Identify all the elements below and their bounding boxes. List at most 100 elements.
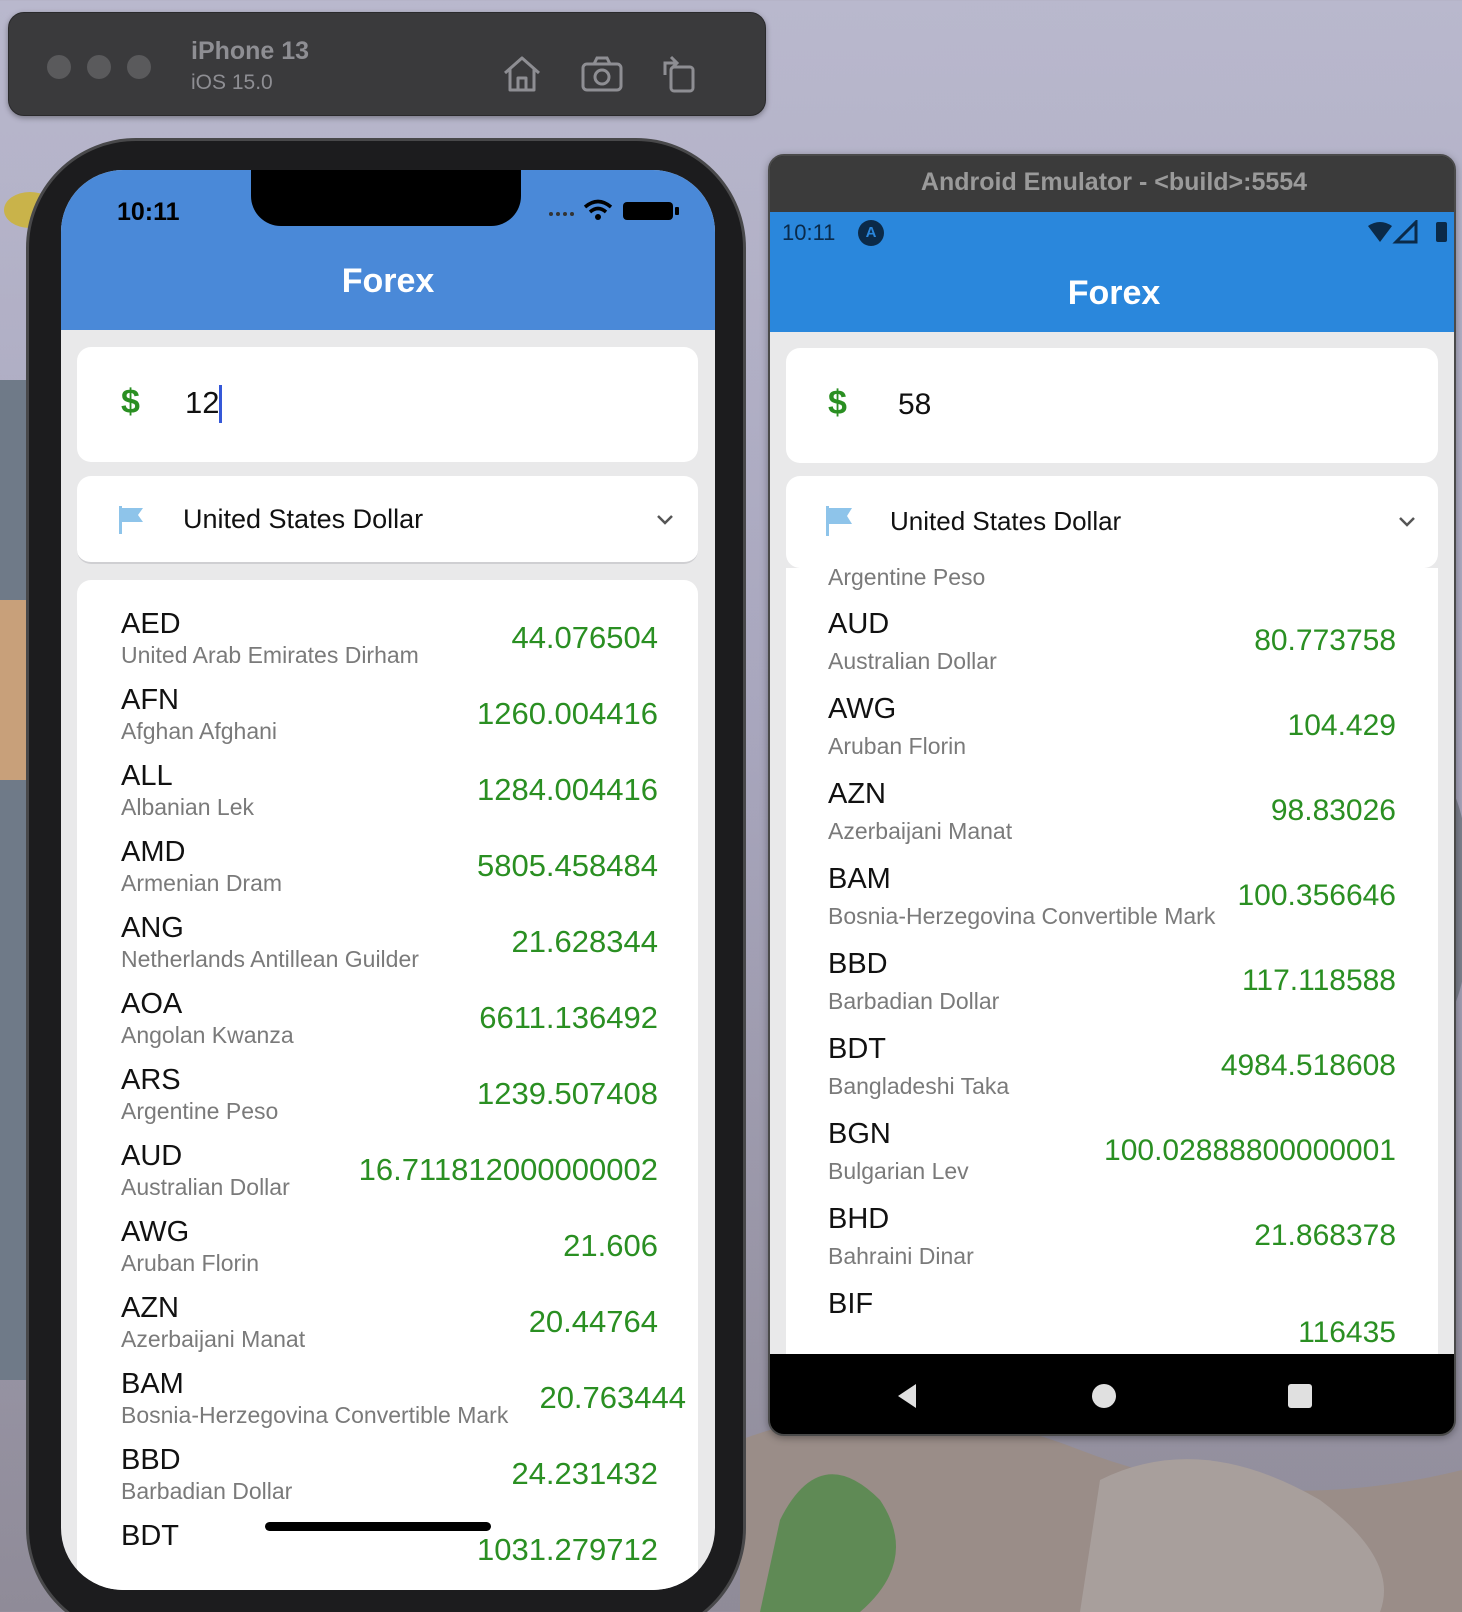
list-item[interactable]: BBD Barbadian Dollar 24.231432 [77,1444,698,1522]
rate-value: 100.02888800000001 [1104,1134,1396,1167]
android-amount-card: $ [786,348,1438,463]
cellular-signal-icon [549,212,574,216]
list-item[interactable]: AED United Arab Emirates Dirham 44.07650… [77,608,698,686]
currency-code: AED [121,608,181,640]
currency-name: Barbadian Dollar [121,1478,293,1504]
currency-code: ANG [121,912,184,944]
rate-value: 24.231432 [511,1456,658,1491]
iphone-screen: 10:11 Forex $ United [61,170,715,1590]
currency-code: BBD [828,948,888,980]
android-currency-select-label: United States Dollar [890,506,1122,536]
currency-code: AWG [121,1216,190,1248]
rate-value: 20.763444 [539,1380,686,1415]
home-icon[interactable] [1086,1378,1122,1414]
currency-code: AOA [121,988,183,1020]
ios-status-time: 10:11 [117,198,180,226]
android-status-time: 10:11 [782,220,836,245]
list-item[interactable]: AWG Aruban Florin 104.429 [786,693,1438,778]
rate-value: 20.44764 [528,1304,658,1339]
rate-value: 44.076504 [511,620,658,655]
list-item[interactable]: AMD Armenian Dram 5805.458484 [77,836,698,914]
currency-code: BDT [121,1520,179,1552]
list-item[interactable]: AOA Angolan Kwanza 6611.136492 [77,988,698,1066]
list-item[interactable]: AZN Azerbaijani Manat 98.83026 [786,778,1438,863]
currency-name: Argentine Peso [121,1098,279,1124]
window-minimize-button[interactable] [87,55,111,79]
android-emulator-window: Android Emulator - <build>:5554 10:11 A … [768,154,1456,1436]
rotate-icon[interactable] [657,53,703,95]
currency-name: Bulgarian Lev [828,1158,969,1184]
cellular-signal-icon [1392,220,1418,244]
list-item[interactable]: BGN Bulgarian Lev 100.02888800000001 [786,1118,1438,1203]
list-item[interactable]: ANG Netherlands Antillean Guilder 21.628… [77,912,698,990]
back-icon[interactable] [890,1378,926,1414]
list-item[interactable]: AZN Azerbaijani Manat 20.44764 [77,1292,698,1370]
android-app-header: 10:11 A Forex [770,212,1454,332]
currency-code: AMD [121,836,186,868]
currency-code: AUD [121,1140,183,1172]
currency-name: Bosnia-Herzegovina Convertible Mark [121,1402,509,1428]
rate-value: 98.83026 [1270,794,1396,827]
rate-value: 16.711812000000002 [358,1152,658,1187]
list-item[interactable]: AFN Afghan Afghani 1260.004416 [77,684,698,762]
list-item[interactable]: ALL Albanian Lek 1284.004416 [77,760,698,838]
rate-value: 1284.004416 [476,772,658,807]
currency-code: AZN [828,778,886,810]
list-item[interactable]: BAM Bosnia-Herzegovina Convertible Mark … [786,863,1438,948]
list-item[interactable]: BHD Bahraini Dinar 21.868378 [786,1203,1438,1288]
currency-code: AFN [121,684,179,716]
currency-name: Azerbaijani Manat [828,818,1013,844]
currency-name: Australian Dollar [121,1174,290,1200]
ios-rates-list[interactable]: AED United Arab Emirates Dirham 44.07650… [77,580,698,1590]
list-item[interactable]: BBD Barbadian Dollar 117.118588 [786,948,1438,1033]
window-close-button[interactable] [47,55,71,79]
currency-code: AWG [828,693,897,725]
rate-value: 4984.518608 [1220,1049,1396,1082]
list-item[interactable]: ARS Argentine Peso 1239.507408 [77,1064,698,1142]
rate-value: 1031.279712 [476,1532,658,1567]
ios-currency-select-label: United States Dollar [183,504,424,534]
screenshot-icon[interactable] [579,53,625,95]
dollar-icon: $ [121,383,140,421]
rate-value: 1260.004416 [476,696,658,731]
dollar-icon: $ [828,384,847,422]
currency-code: ARS [121,1064,181,1096]
android-window-title: Android Emulator - <build>:5554 [920,168,1308,196]
currency-name: Argentine Peso [828,568,986,590]
chevron-down-icon [657,515,673,525]
battery-icon [1436,222,1447,242]
list-item[interactable]: AWG Aruban Florin 21.606 [77,1216,698,1294]
rate-value: 21.606 [563,1228,658,1263]
currency-code: BIF [828,1288,874,1320]
ios-amount-input[interactable] [185,385,485,421]
list-item[interactable]: BDT Bangladeshi Taka 4984.518608 [786,1033,1438,1118]
rate-value: 21.868378 [1254,1219,1396,1252]
wifi-icon [583,199,613,220]
ios-status-icons [549,199,679,220]
ios-currency-select[interactable]: United States Dollar [77,476,698,564]
android-status-icons [1368,220,1447,244]
currency-name: Afghan Afghani [121,718,278,744]
currency-name: Bosnia-Herzegovina Convertible Mark [828,903,1216,929]
list-item[interactable]: AUD Australian Dollar 16.711812000000002 [77,1140,698,1218]
android-amount-input[interactable] [898,388,1198,422]
flag-icon [826,506,852,536]
currency-name: Aruban Florin [828,733,967,759]
home-indicator[interactable] [265,1522,491,1531]
android-titlebar: Android Emulator - <build>:5554 [770,156,1454,212]
device-name: iPhone 13 [191,37,310,65]
list-item[interactable]: AUD Australian Dollar 80.773758 [786,608,1438,693]
android-app-body: $ United States Dollar Argentine Peso AU… [770,332,1454,1354]
wifi-icon [1368,222,1392,242]
window-zoom-button[interactable] [127,55,151,79]
home-icon[interactable] [499,53,545,95]
currency-name: Azerbaijani Manat [121,1326,306,1352]
android-currency-select[interactable]: United States Dollar [786,476,1438,568]
os-version: iOS 15.0 [191,71,273,94]
list-item[interactable]: BIF 116435 [786,1288,1438,1354]
recents-icon[interactable] [1282,1378,1318,1414]
android-rates-list[interactable]: Argentine Peso AUD Australian Dollar 80.… [786,568,1438,1354]
notification-badge-icon: A [858,220,884,246]
rate-value: 80.773758 [1254,624,1396,657]
list-item[interactable]: BAM Bosnia-Herzegovina Convertible Mark … [77,1368,698,1446]
